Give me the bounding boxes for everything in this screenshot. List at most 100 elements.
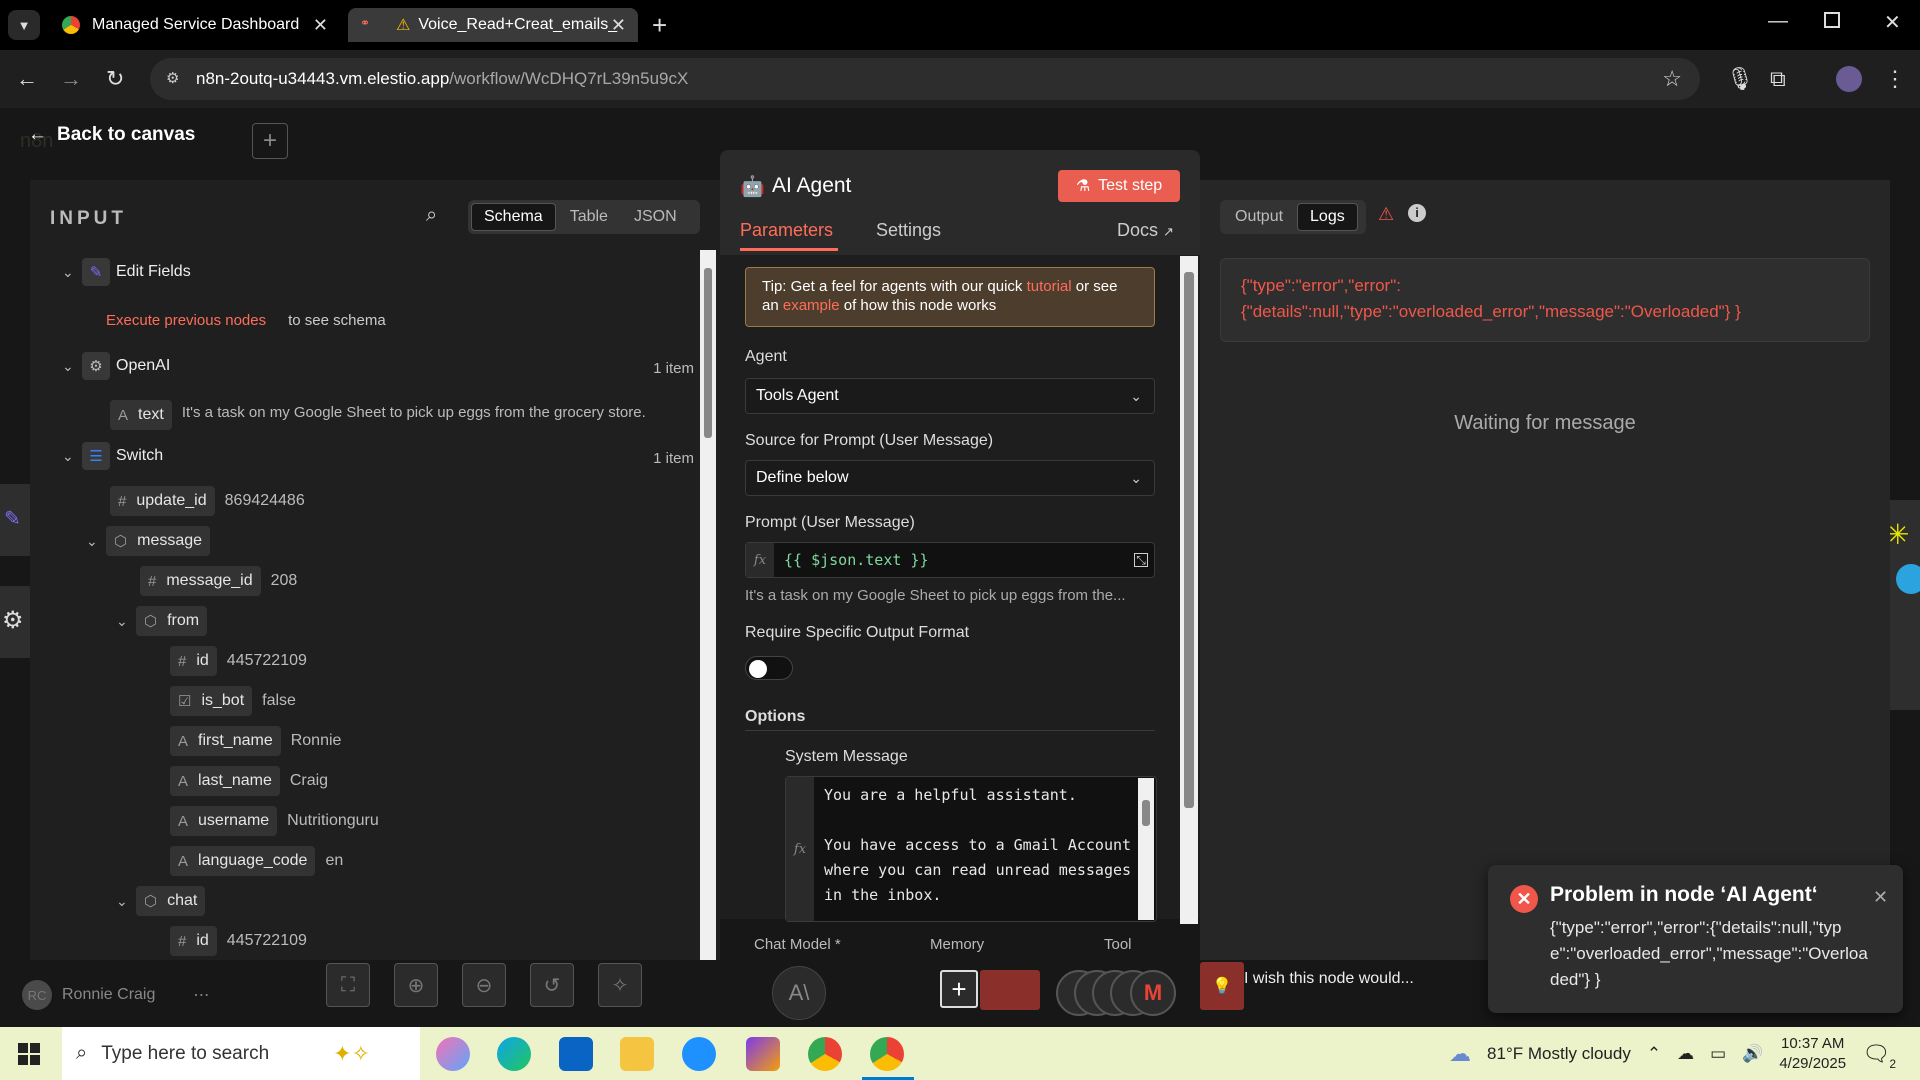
system-message-scroll-thumb[interactable] — [1142, 800, 1150, 826]
tutorial-link[interactable]: tutorial — [1027, 278, 1072, 295]
anthropic-icon[interactable]: A\ — [772, 966, 826, 1020]
back-label: Back to canvas — [57, 124, 196, 145]
weather-text[interactable]: 81°F Mostly cloudy — [1487, 1044, 1631, 1064]
field-name: last_name — [198, 772, 272, 789]
microsoft365-icon[interactable] — [746, 1037, 780, 1071]
onedrive-icon[interactable]: ☁ — [1677, 1044, 1694, 1064]
number-type-icon: # — [178, 652, 187, 670]
chevron-down-icon: ⌄ — [1130, 470, 1142, 486]
tab-workflow[interactable]: ⚭ ⚠ Voice_Read+Creat_emails_s ✕ — [348, 8, 638, 42]
time: 10:37 AM — [1781, 1034, 1845, 1052]
edge-icon[interactable] — [497, 1037, 531, 1071]
view-table-button[interactable]: Table — [558, 204, 620, 230]
taskbar-search[interactable]: ⌕ Type here to search ✦✧ — [62, 1027, 420, 1080]
select-value: Tools Agent — [756, 387, 839, 404]
battery-icon[interactable]: ▭ — [1710, 1044, 1726, 1064]
extensions-icon[interactable]: ⧉ — [1770, 66, 1786, 92]
chrome-icon[interactable] — [808, 1037, 842, 1071]
windows-start-icon[interactable] — [18, 1043, 40, 1065]
forward-arrow-icon[interactable]: → — [60, 66, 82, 92]
close-window-icon[interactable]: ✕ — [1884, 10, 1901, 35]
info-icon[interactable]: i — [1408, 204, 1426, 222]
chevron-down-icon[interactable]: ⌄ — [116, 613, 136, 630]
tab-parameters[interactable]: Parameters — [740, 220, 833, 241]
view-json-button[interactable]: JSON — [622, 204, 689, 230]
require-output-toggle[interactable] — [745, 656, 793, 680]
notifications-icon[interactable]: 🗨 2 — [1862, 1041, 1896, 1071]
pencil-icon: ✎ — [4, 508, 21, 530]
object-type-icon: ⬡ — [144, 893, 158, 910]
chevron-down-icon[interactable]: ⌄ — [62, 358, 82, 375]
prompt-input[interactable]: fx {{ $json.text }} ⤡ — [745, 542, 1155, 578]
reset-zoom-button[interactable]: ↺ — [530, 963, 574, 1007]
copilot-icon[interactable] — [436, 1037, 470, 1071]
new-tab-icon[interactable]: + — [652, 10, 667, 41]
openai-side-tab[interactable]: ⚙ — [0, 586, 34, 658]
more-options-icon[interactable]: ⋯ — [193, 985, 209, 1005]
feedback-prompt[interactable]: I wish this node would... — [1244, 970, 1414, 988]
restore-icon[interactable] — [1824, 12, 1840, 28]
view-schema-button[interactable]: Schema — [471, 203, 556, 231]
chevron-down-icon[interactable]: ⌄ — [86, 533, 106, 550]
back-to-canvas-button[interactable]: ← Back to canvas — [28, 124, 195, 146]
zoom-out-button[interactable]: ⊖ — [462, 963, 506, 1007]
close-icon[interactable]: ✕ — [1873, 887, 1888, 908]
file-explorer-icon[interactable] — [620, 1037, 654, 1071]
tidy-up-button[interactable]: ✧ — [598, 963, 642, 1007]
field-name: chat — [167, 892, 198, 909]
agent-panel-scroll-thumb[interactable] — [1184, 272, 1194, 808]
url-bar[interactable]: ⚙ n8n-2outq-u34443.vm.elestio.app/workfl… — [150, 58, 1700, 100]
node-switch[interactable]: ⌄ ☰ Switch — [62, 442, 163, 470]
chevron-down-icon[interactable]: ⌄ — [62, 264, 82, 281]
output-tab[interactable]: Output — [1223, 204, 1295, 230]
back-arrow-icon[interactable]: ← — [16, 66, 38, 92]
node-openai[interactable]: ⌄ ⚙ OpenAI — [62, 352, 702, 380]
windows-taskbar: ⌕ Type here to search ✦✧ ☁ 81°F Mostly c… — [0, 1027, 1920, 1080]
edit-node-side-tab[interactable]: ✎ — [0, 484, 34, 556]
chevron-down-icon[interactable]: ⌄ — [116, 893, 136, 910]
reload-icon[interactable]: ↻ — [106, 66, 124, 92]
search-icon[interactable]: ⌕ — [426, 204, 437, 227]
node-name: Switch — [116, 447, 164, 464]
user-menu[interactable]: RC Ronnie Craig ⋯ — [22, 980, 209, 1010]
node-edit-fields[interactable]: ⌄ ✎ Edit Fields — [62, 258, 191, 286]
expand-icon[interactable]: ⤡ — [1134, 553, 1148, 567]
field-value: Ronnie — [290, 732, 342, 749]
clock[interactable]: 10:37 AM 4/29/2025 — [1779, 1034, 1846, 1074]
microphone-icon[interactable]: 🎙 — [1726, 66, 1754, 92]
close-tab-icon[interactable]: ✕ — [313, 15, 328, 36]
field-name: id — [196, 932, 209, 949]
zoom-in-button[interactable]: ⊕ — [394, 963, 438, 1007]
bookmark-star-icon[interactable]: ☆ — [1662, 66, 1682, 92]
site-info-icon[interactable]: ⚙ — [166, 69, 179, 87]
source-select[interactable]: Define below ⌄ — [745, 460, 1155, 496]
chevron-up-icon[interactable]: ⌃ — [1647, 1044, 1661, 1064]
outlook-icon[interactable] — [559, 1037, 593, 1071]
search-placeholder: Type here to search — [101, 1042, 270, 1064]
chevron-down-icon[interactable]: ⌄ — [62, 448, 82, 465]
example-link[interactable]: example — [783, 297, 840, 314]
logs-tab[interactable]: Logs — [1297, 203, 1358, 231]
minimize-icon[interactable]: — — [1768, 10, 1788, 33]
volume-icon[interactable]: 🔊 — [1742, 1044, 1763, 1064]
agent-select[interactable]: Tools Agent ⌄ — [745, 378, 1155, 414]
tool-stack[interactable]: M — [1040, 970, 1176, 1018]
chrome-profile-icon[interactable] — [870, 1037, 904, 1071]
add-node-button[interactable]: + — [252, 123, 288, 159]
test-step-button[interactable]: ⚗ Test step — [1058, 170, 1180, 202]
profile-avatar[interactable] — [1836, 66, 1862, 92]
tab-managed-service[interactable]: Managed Service Dashboard ✕ — [50, 8, 340, 42]
close-tab-icon[interactable]: ✕ — [611, 15, 626, 36]
tab-settings[interactable]: Settings — [876, 220, 941, 241]
system-message-input[interactable]: You are a helpful assistant. You have ac… — [785, 776, 1157, 922]
tab-search-button[interactable]: ▼ — [8, 10, 40, 40]
docs-link[interactable]: Docs ↗ — [1117, 220, 1174, 241]
add-memory-button[interactable]: + — [940, 970, 978, 1008]
browser-menu-icon[interactable]: ⋮ — [1884, 66, 1906, 92]
execute-previous-link[interactable]: Execute previous nodes — [106, 312, 266, 329]
fit-view-button[interactable]: ⛶ — [326, 963, 370, 1007]
node-stub — [980, 970, 1040, 1010]
internet-explorer-icon[interactable] — [682, 1037, 716, 1071]
arrow-left-icon: ← — [28, 124, 47, 145]
input-scrollbar-thumb[interactable] — [704, 268, 712, 438]
